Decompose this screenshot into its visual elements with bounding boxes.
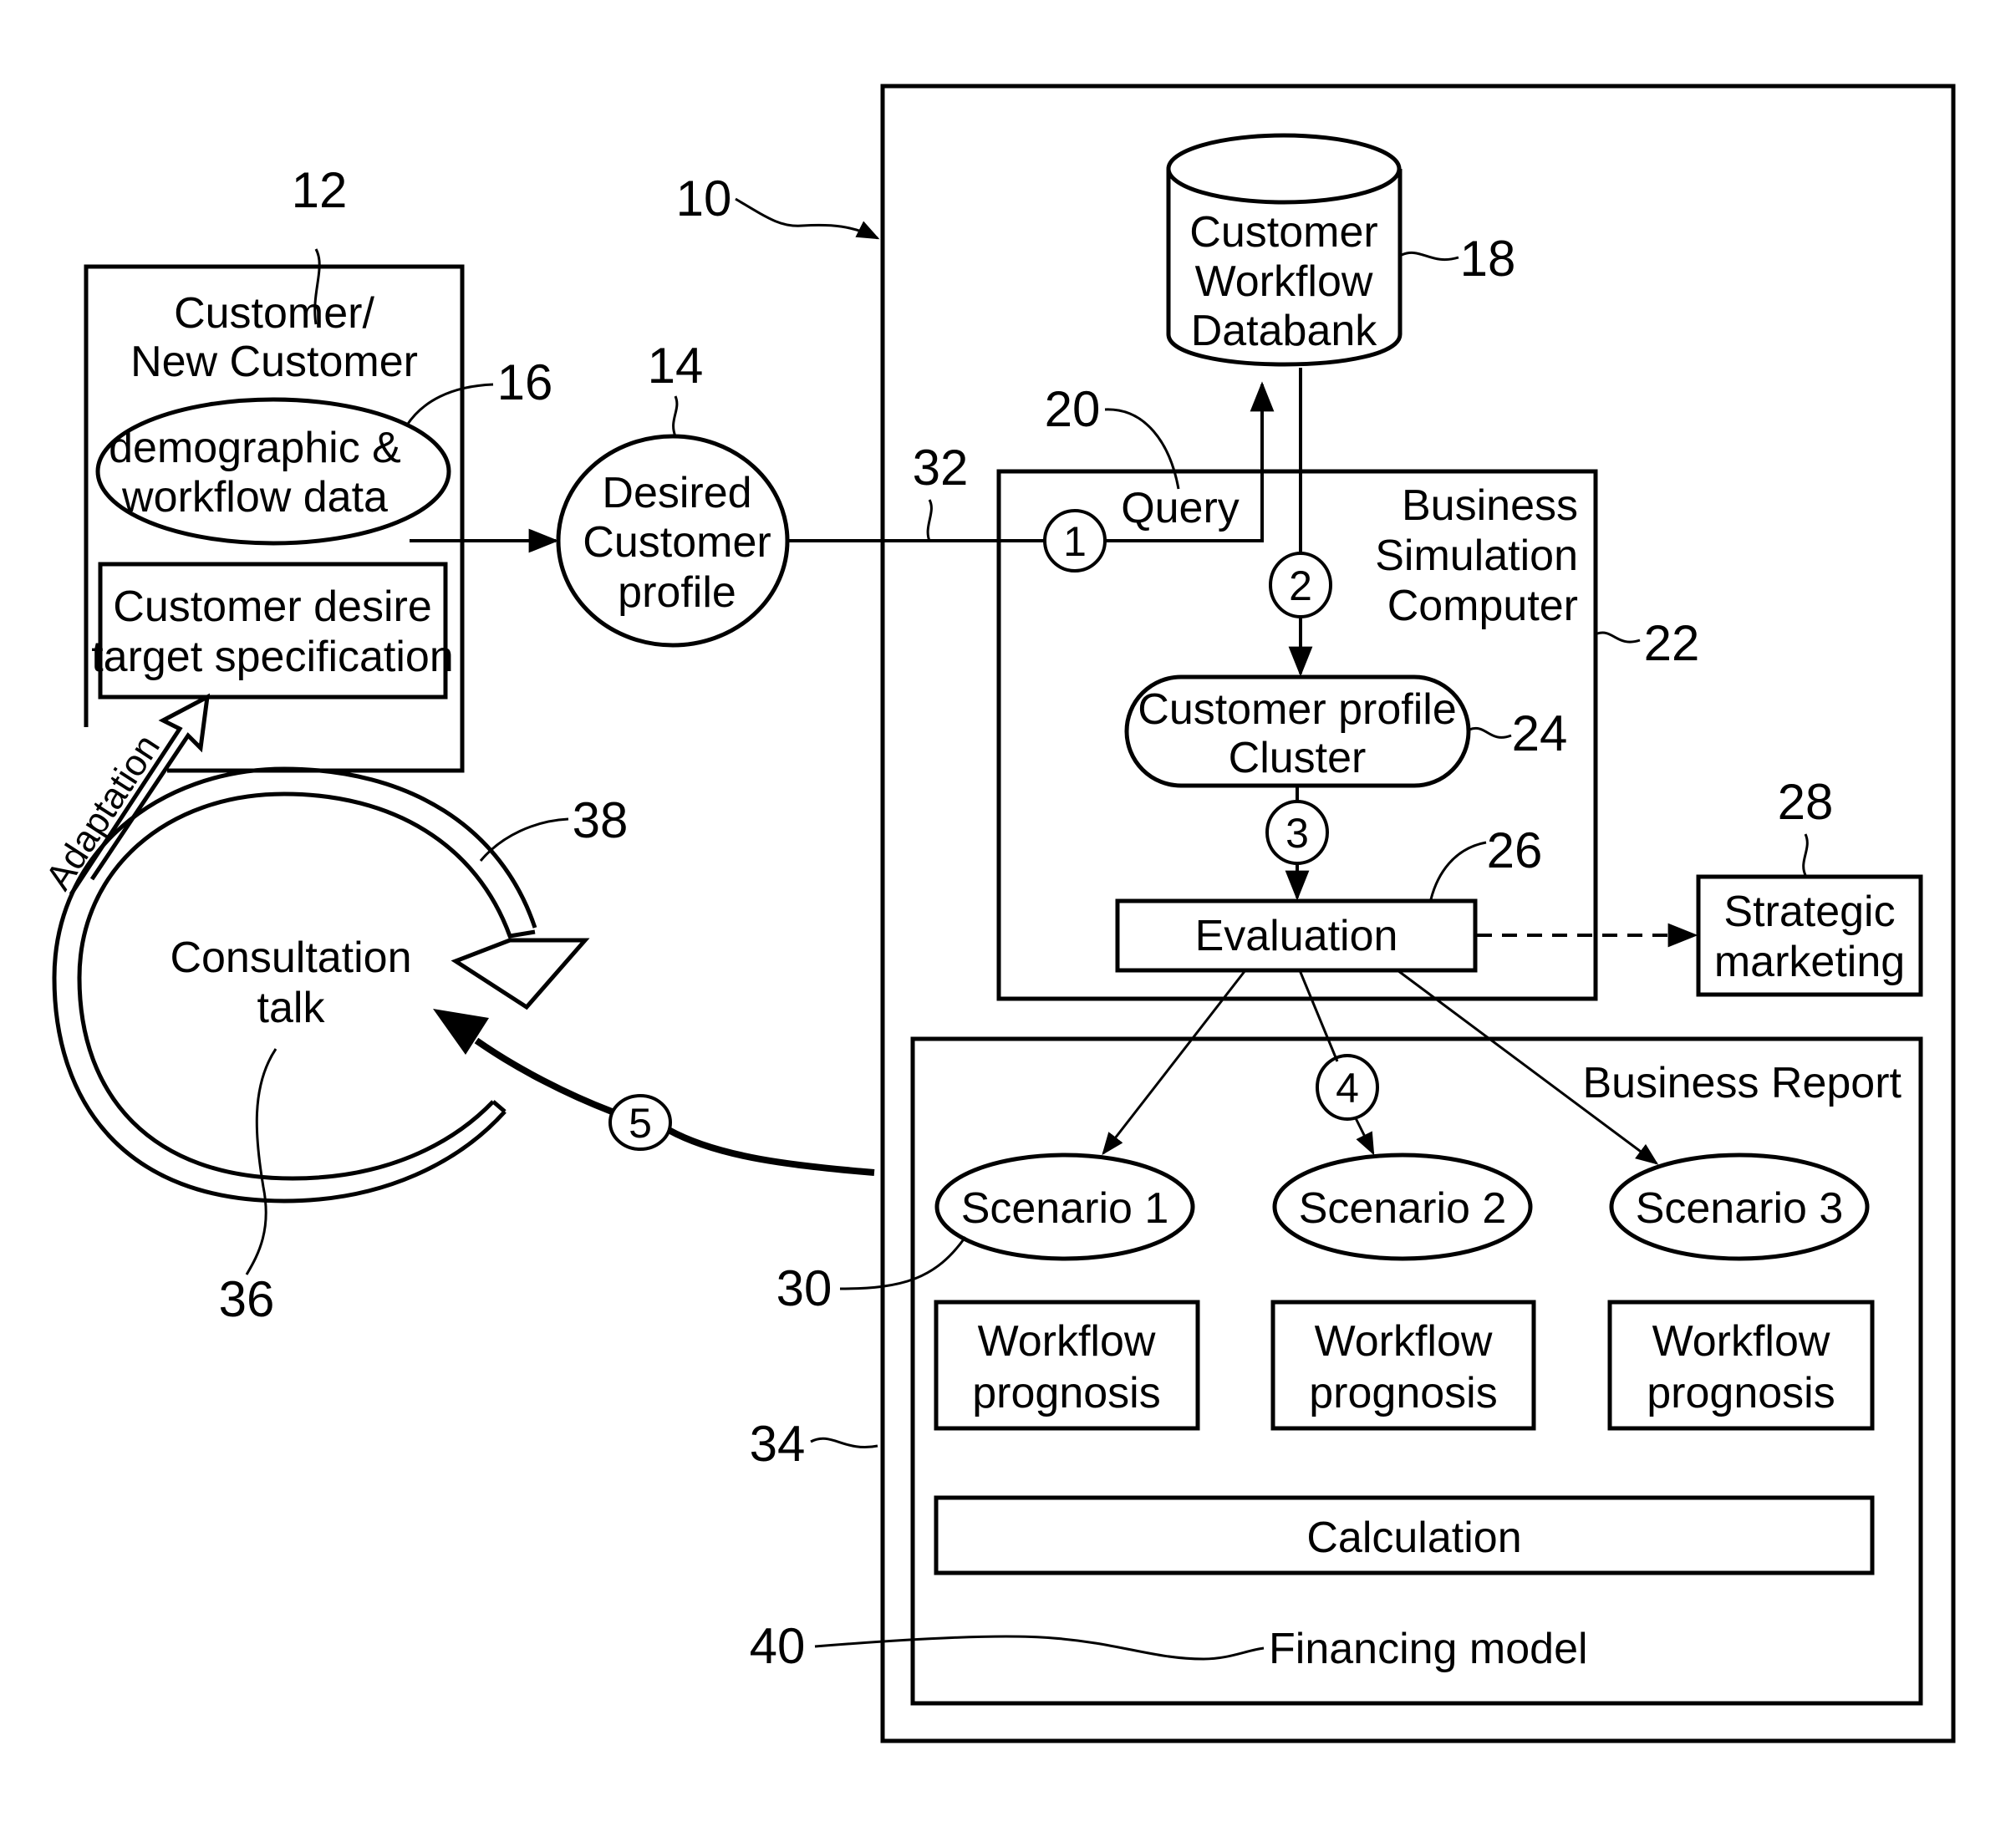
desired-profile: Desired Customer profile — [556, 434, 790, 648]
query-label: Query — [1121, 484, 1240, 532]
scenario-2-label: Scenario 2 — [1299, 1184, 1507, 1233]
evaluation-to-step4-line — [1298, 969, 1339, 1062]
prognosis-3: Workflow prognosis — [1607, 1300, 1875, 1431]
step-5-label: 5 — [629, 1100, 652, 1147]
report-to-step5-line — [667, 1127, 875, 1176]
adaptation-label: Adaptation — [38, 727, 168, 897]
scenario-3: Scenario 3 — [1609, 1153, 1870, 1261]
ref-18: 18 — [1460, 231, 1516, 287]
cycle-tail-cap — [491, 1100, 507, 1113]
cycle-arrowhead — [451, 938, 590, 1010]
ref-14: 14 — [648, 338, 704, 394]
leader-28 — [1802, 833, 1809, 876]
financing-model-label: Financing model — [1269, 1625, 1588, 1673]
databank-top — [1166, 133, 1402, 205]
scenario-2: Scenario 2 — [1272, 1153, 1533, 1261]
evaluation-label: Evaluation — [1195, 912, 1398, 960]
databank-line2: Workflow — [1195, 257, 1373, 306]
ref-40: 40 — [750, 1618, 806, 1674]
leader-22 — [1596, 631, 1641, 644]
desired-profile-line2: Customer — [583, 518, 771, 567]
ref-34: 34 — [750, 1416, 806, 1472]
prognosis-2-line1: Workflow — [1315, 1317, 1493, 1366]
workflow-databank: Customer Workflow Databank — [1166, 133, 1403, 367]
prognosis-2-line2: prognosis — [1309, 1369, 1497, 1417]
calculation-label: Calculation — [1306, 1514, 1521, 1562]
leader-16 — [405, 383, 494, 427]
desired-profile-line3: profile — [618, 568, 736, 617]
leader-26 — [1429, 841, 1487, 900]
patent-diagram: Customer/ New Customer demographic & wor… — [38, 84, 1956, 1743]
customer-title-line2: New Customer — [130, 338, 418, 386]
ref-30: 30 — [776, 1260, 832, 1316]
ref-38: 38 — [573, 792, 629, 848]
customer-block: Customer/ New Customer demographic & wor… — [84, 264, 465, 773]
ref-28: 28 — [1778, 774, 1834, 830]
demographic-line1: demographic & — [109, 424, 401, 472]
ref-22: 22 — [1644, 615, 1700, 671]
leader-36 — [245, 1048, 277, 1275]
ref-20: 20 — [1045, 381, 1101, 437]
strategic-line2: marketing — [1714, 938, 1905, 986]
databank-line1: Customer — [1189, 208, 1377, 257]
prognosis-1-line2: prognosis — [972, 1369, 1160, 1417]
prognosis-3-line2: prognosis — [1647, 1369, 1835, 1417]
leader-34 — [810, 1437, 878, 1448]
ref-10: 10 — [676, 170, 732, 226]
step-4-label: 4 — [1336, 1065, 1359, 1112]
ref-36: 36 — [219, 1271, 275, 1327]
customer-title-line1: Customer/ — [174, 289, 374, 338]
scenario-3-label: Scenario 3 — [1636, 1184, 1844, 1233]
step-2-label: 2 — [1289, 562, 1312, 609]
step-3-label: 3 — [1285, 810, 1309, 857]
business-report-title: Business Report — [1582, 1059, 1901, 1107]
prognosis-2: Workflow prognosis — [1270, 1300, 1536, 1431]
demographic-line2: workflow data — [121, 473, 388, 522]
ref-12: 12 — [292, 162, 348, 218]
desired-profile-line1: Desired — [602, 469, 751, 517]
prognosis-1-line1: Workflow — [978, 1317, 1156, 1366]
ref-32: 32 — [913, 440, 969, 496]
prognosis-1: Workflow prognosis — [934, 1300, 1200, 1431]
ref-26: 26 — [1487, 822, 1543, 878]
consultation-line1: Consultation — [170, 934, 411, 982]
simulation-line1: Business — [1402, 481, 1578, 530]
cluster-line1: Customer profile — [1138, 685, 1456, 734]
customer-desire-line2: target specification — [91, 633, 454, 681]
step5-arrowhead — [433, 1009, 489, 1055]
simulation-line3: Computer — [1387, 582, 1578, 630]
simulation-line2: Simulation — [1375, 532, 1578, 580]
strategic-line1: Strategic — [1723, 888, 1895, 936]
leader-18 — [1401, 251, 1459, 262]
prognosis-3-line1: Workflow — [1652, 1317, 1830, 1366]
ref-24: 24 — [1512, 705, 1568, 761]
cluster-line2: Cluster — [1229, 734, 1367, 782]
leader-32 — [926, 499, 933, 542]
leader-10 — [735, 197, 880, 240]
scenario-1-label: Scenario 1 — [961, 1184, 1169, 1233]
step-1-label: 1 — [1063, 518, 1087, 565]
scenario-1: Scenario 1 — [934, 1153, 1195, 1261]
leader-14 — [672, 395, 679, 437]
step4-to-scenario-2-arrow — [1354, 1117, 1375, 1156]
leader-30 — [839, 1236, 967, 1290]
consultation-line2: talk — [257, 984, 326, 1032]
databank-line3: Databank — [1191, 307, 1378, 355]
leader-20 — [1104, 408, 1180, 490]
step5-to-consultation-line — [474, 1037, 613, 1115]
customer-desire-line1: Customer desire — [113, 583, 431, 631]
leader-24 — [1469, 726, 1512, 739]
ref-16: 16 — [497, 354, 553, 410]
